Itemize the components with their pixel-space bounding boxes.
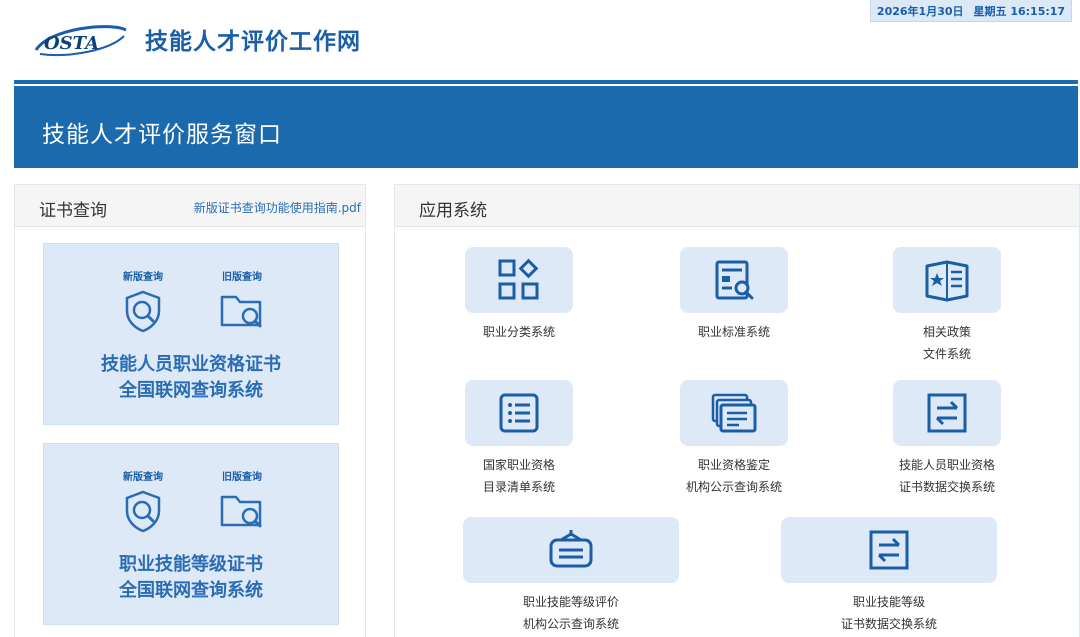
app-appraisal-institutions[interactable]: 职业资格鉴定 机构公示查询系统 <box>680 380 788 498</box>
cert-query-header: 证书查询 新版证书查询功能使用指南.pdf <box>15 185 365 227</box>
app-label-line1: 技能人员职业资格 <box>898 458 995 472</box>
app-icon-box <box>680 380 788 446</box>
app-label: 相关政策 文件系统 <box>893 321 1001 365</box>
query-title-line1: 职业技能等级证书 <box>119 554 263 575</box>
app-qualification-data-exchange[interactable]: 技能人员职业资格 证书数据交换系统 <box>893 380 1001 498</box>
app-skill-level-data-exchange[interactable]: 职业技能等级 证书数据交换系统 <box>781 517 997 635</box>
new-query-label: 新版查询 <box>123 272 163 283</box>
app-label-line2: 机构公示查询系统 <box>685 480 782 494</box>
svg-text:OSTA: OSTA <box>44 33 99 54</box>
query-system-title[interactable]: 技能人员职业资格证书 全国联网查询系统 <box>44 352 338 404</box>
old-query-label: 旧版查询 <box>222 472 262 483</box>
current-weekday-time: 星期五 16:15:17 <box>973 4 1066 18</box>
policy-book-icon <box>925 260 969 302</box>
app-label: 职业技能等级 证书数据交换系统 <box>781 591 997 635</box>
osta-logo[interactable]: OSTA <box>30 20 130 60</box>
app-label-line2: 机构公示查询系统 <box>522 617 619 631</box>
app-label-line2: 文件系统 <box>922 347 971 361</box>
app-skill-level-evaluation-institutions[interactable]: 职业技能等级评价 机构公示查询系统 <box>463 517 679 635</box>
list-icon <box>499 393 539 433</box>
app-occupation-standards[interactable]: 职业标准系统 <box>680 247 788 343</box>
app-label-line2: 证书数据交换系统 <box>898 480 995 494</box>
app-qualification-catalog[interactable]: 国家职业资格 目录清单系统 <box>465 380 573 498</box>
current-date: 2026年1月30日 <box>876 4 964 18</box>
service-banner: 技能人才评价服务窗口 <box>14 86 1078 168</box>
app-label-line1: 相关政策 <box>922 325 971 339</box>
new-query-button[interactable]: 新版查询 <box>108 268 178 333</box>
query-title-line2: 全国联网查询系统 <box>119 380 263 401</box>
cert-query-title: 证书查询 <box>39 201 107 221</box>
app-icon-box <box>465 247 573 313</box>
app-label: 职业标准系统 <box>680 321 788 343</box>
app-label-line1: 国家职业资格 <box>482 458 555 472</box>
document-search-icon <box>715 260 754 300</box>
app-label-line1: 职业标准系统 <box>697 325 770 339</box>
stacked-docs-icon <box>711 393 757 433</box>
site-title[interactable]: 技能人才评价工作网 <box>145 22 361 56</box>
query-title-line1: 技能人员职业资格证书 <box>101 354 281 375</box>
app-label: 职业资格鉴定 机构公示查询系统 <box>680 454 788 498</box>
app-label-line1: 职业技能等级 <box>852 595 925 609</box>
query-card-skill-level: 新版查询 旧版查询 职业技能等级证书 全国联网查询系统 <box>43 443 339 625</box>
app-label: 技能人员职业资格 证书数据交换系统 <box>893 454 1001 498</box>
cert-query-panel: 证书查询 新版证书查询功能使用指南.pdf 新版查询 旧版查询 技能人员职业资格… <box>14 184 366 637</box>
exchange-icon <box>869 530 909 570</box>
datetime-display: 2026年1月30日 星期五 16:15:17 <box>870 0 1072 22</box>
app-label: 职业技能等级评价 机构公示查询系统 <box>463 591 679 635</box>
new-query-label: 新版查询 <box>123 472 163 483</box>
apps-panel: 应用系统 职业分类系统 职业标准系统 相关政策 文件系统 国家职业资格 目录清单… <box>394 184 1080 637</box>
apps-header: 应用系统 <box>395 185 1079 227</box>
app-icon-box <box>893 380 1001 446</box>
app-label-line1: 职业分类系统 <box>482 325 555 339</box>
signboard-icon <box>549 530 593 568</box>
app-label-line2: 目录清单系统 <box>482 480 555 494</box>
app-icon-box <box>893 247 1001 313</box>
shield-search-icon <box>125 290 161 333</box>
old-query-button[interactable]: 旧版查询 <box>207 268 277 333</box>
app-label-line1: 职业技能等级评价 <box>522 595 619 609</box>
query-card-vocational-qualification: 新版查询 旧版查询 技能人员职业资格证书 全国联网查询系统 <box>43 243 339 425</box>
shield-search-icon <box>125 490 161 533</box>
apps-title: 应用系统 <box>419 201 487 221</box>
folder-search-icon <box>220 295 262 328</box>
banner-title: 技能人才评价服务窗口 <box>42 122 282 148</box>
app-occupation-classification[interactable]: 职业分类系统 <box>465 247 573 343</box>
new-query-button[interactable]: 新版查询 <box>108 468 178 533</box>
app-label-line2: 证书数据交换系统 <box>840 617 937 631</box>
app-icon-box <box>781 517 997 583</box>
query-system-title[interactable]: 职业技能等级证书 全国联网查询系统 <box>44 552 338 604</box>
app-icon-box <box>465 380 573 446</box>
query-guide-link[interactable]: 新版证书查询功能使用指南.pdf <box>194 199 361 216</box>
folder-search-icon <box>220 495 262 528</box>
exchange-icon <box>927 393 967 433</box>
grid-icon <box>498 258 539 300</box>
old-query-label: 旧版查询 <box>222 272 262 283</box>
app-label-line1: 职业资格鉴定 <box>697 458 770 472</box>
site-header: OSTA 技能人才评价工作网 2026年1月30日 星期五 16:15:17 <box>0 0 1080 80</box>
app-icon-box <box>680 247 788 313</box>
app-icon-box <box>463 517 679 583</box>
app-policy-documents[interactable]: 相关政策 文件系统 <box>893 247 1001 365</box>
old-query-button[interactable]: 旧版查询 <box>207 468 277 533</box>
app-label: 国家职业资格 目录清单系统 <box>465 454 573 498</box>
app-label: 职业分类系统 <box>465 321 573 343</box>
query-title-line2: 全国联网查询系统 <box>119 580 263 601</box>
header-divider <box>14 80 1078 84</box>
